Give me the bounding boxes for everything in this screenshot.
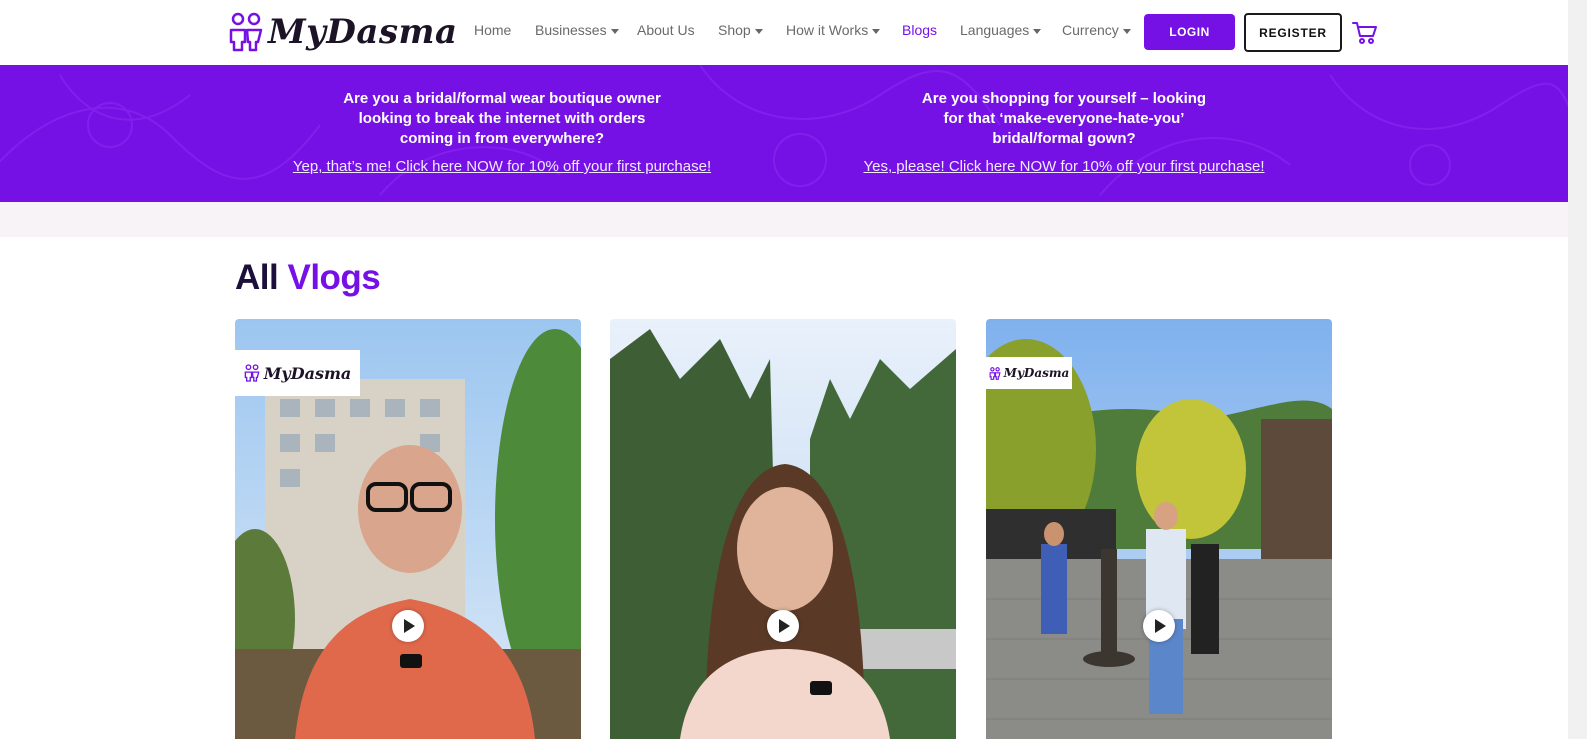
vlog-watermark-text: MyDasma [1003, 366, 1070, 380]
vlog-card[interactable] [610, 319, 956, 739]
promo-business-link[interactable]: Yep, that’s me! Click here NOW for 10% o… [290, 158, 714, 175]
promo-shopper-question: Are you shopping for yourself – looking … [921, 90, 1207, 147]
nav-item-home[interactable]: Home [474, 22, 511, 38]
nav-item-currency[interactable]: Currency [1062, 22, 1131, 38]
nav-item-label: How it Works [786, 22, 869, 38]
caret-down-icon [1122, 28, 1131, 34]
nav-item-how-it-works[interactable]: How it Works [786, 22, 881, 38]
play-icon [404, 619, 415, 633]
play-button[interactable] [392, 610, 424, 642]
nav-item-label: Shop [718, 22, 751, 38]
nav-item-label: Currency [1062, 22, 1119, 38]
caret-down-icon [610, 28, 619, 34]
vlog-card[interactable]: MyDasma [986, 319, 1332, 739]
nav-item-businesses[interactable]: Businesses [535, 22, 619, 38]
register-button[interactable]: REGISTER [1244, 13, 1342, 52]
page-title-main: All [235, 258, 279, 297]
caret-down-icon [754, 28, 763, 34]
decorative-strip [0, 202, 1568, 237]
nav-item-label: Businesses [535, 22, 607, 38]
brand-name: MyDasma [268, 12, 458, 52]
page-scrollbar[interactable] [1568, 0, 1587, 739]
floral-pattern-decoration [0, 65, 1568, 196]
vlog-card[interactable]: MyDasma [235, 319, 581, 739]
nav-item-label: Home [474, 22, 512, 38]
play-button[interactable] [1143, 610, 1175, 642]
brand-logo[interactable]: MyDasma [228, 10, 458, 54]
vlog-watermark: MyDasma [986, 357, 1072, 389]
site-header: MyDasma Home Businesses About Us Shop Ho… [0, 0, 1568, 65]
promo-shopper-link[interactable]: Yes, please! Click here NOW for 10% off … [862, 158, 1266, 175]
page-title-accent: Vlogs [287, 258, 381, 297]
nav-item-label: Blogs [902, 22, 938, 38]
nav-item-about-us[interactable]: About Us [637, 22, 695, 38]
nav-item-shop[interactable]: Shop [718, 22, 763, 38]
nav-item-label: Languages [960, 22, 1030, 38]
vlog-watermark-text: MyDasma [263, 363, 352, 383]
caret-down-icon [1033, 28, 1042, 34]
vlog-watermark: MyDasma [235, 350, 360, 396]
promo-business: Are you a bridal/formal wear boutique ow… [290, 89, 714, 175]
cart-icon[interactable] [1352, 20, 1378, 46]
nav-item-blogs[interactable]: Blogs [902, 22, 937, 38]
play-icon [779, 619, 790, 633]
nav-item-label: About Us [637, 22, 695, 38]
promo-business-question: Are you a bridal/formal wear boutique ow… [343, 90, 661, 147]
page-title: All Vlogs [235, 258, 381, 298]
play-icon [1155, 619, 1166, 633]
play-button[interactable] [767, 610, 799, 642]
nav-item-languages[interactable]: Languages [960, 22, 1042, 38]
couple-logo-icon [989, 366, 1001, 380]
login-button[interactable]: LOGIN [1144, 14, 1235, 50]
promo-banner: Are you a bridal/formal wear boutique ow… [0, 65, 1568, 202]
couple-logo-icon [244, 364, 260, 382]
vlog-thumbnail [610, 319, 956, 739]
couple-logo-icon [229, 12, 263, 52]
caret-down-icon [872, 28, 881, 34]
promo-shopper: Are you shopping for yourself – looking … [862, 89, 1266, 175]
